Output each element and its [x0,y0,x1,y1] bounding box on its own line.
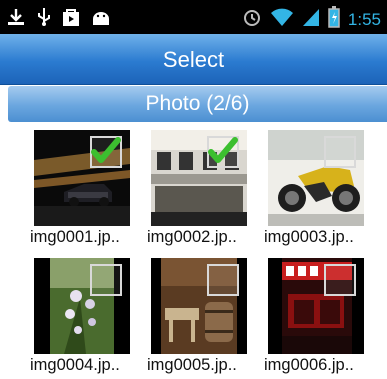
photo-item[interactable]: img0006.jp.. [264,252,378,374]
photo-section-label: Photo (2/6) [145,92,250,115]
photo-filename: img0001.jp.. [30,228,120,246]
photo-checkbox[interactable] [207,136,239,168]
photo-section-header[interactable]: Photo (2/6) [8,86,387,122]
wifi-icon [270,7,294,32]
usb-icon [36,7,52,32]
title-bar: Select [0,34,387,85]
alarm-icon [242,7,262,32]
status-bar-left [6,7,112,32]
status-time: 1:55 [347,9,381,29]
page-title: Select [162,47,225,72]
photo-item[interactable]: img0001.jp.. [30,124,144,246]
photo-checkbox[interactable] [90,136,122,168]
status-bar-right: 1:55 [242,6,381,33]
photo-filename: img0005.jp.. [147,356,237,374]
android-icon [90,7,112,32]
photo-checkbox[interactable] [90,264,122,296]
photo-filename: img0004.jp.. [30,356,120,374]
photo-item[interactable]: img0004.jp.. [30,252,144,374]
photo-item[interactable]: img0003.jp.. [264,124,378,246]
photo-filename: img0003.jp.. [264,228,354,246]
photo-filename: img0002.jp.. [147,228,237,246]
photo-checkbox[interactable] [324,264,356,296]
signal-icon [302,7,320,32]
download-icon [6,7,26,32]
shopping-bag-icon [62,7,80,32]
photo-item[interactable]: img0002.jp.. [147,124,261,246]
status-bar: 1:55 [0,0,387,34]
photo-filename: img0006.jp.. [264,356,354,374]
battery-icon [328,6,340,33]
photo-checkbox[interactable] [324,136,356,168]
photo-checkbox[interactable] [207,264,239,296]
photo-item[interactable]: img0005.jp.. [147,252,261,374]
photo-grid: img0001.jp.. img0002.jp.. img0003.jp.. i… [0,122,387,379]
